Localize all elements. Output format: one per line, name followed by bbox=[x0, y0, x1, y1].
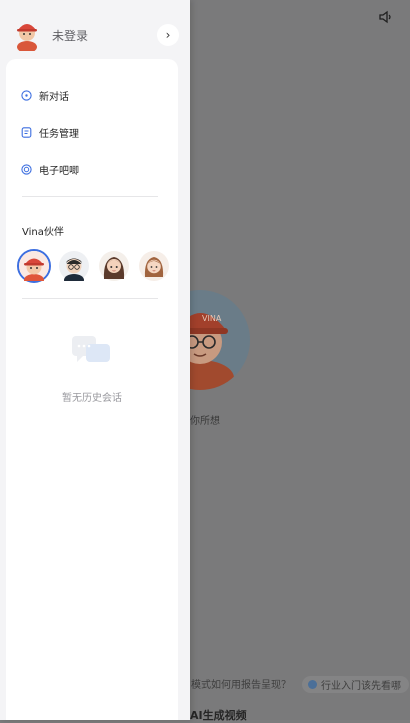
partner-avatar-brown-hair-girl[interactable] bbox=[137, 249, 171, 283]
partners-title: Vina伙伴 bbox=[22, 227, 64, 238]
badge-icon bbox=[21, 163, 32, 175]
menu-item-new-chat[interactable]: 新对话 bbox=[21, 85, 69, 105]
menu-item-task-management[interactable]: 任务管理 bbox=[21, 122, 79, 142]
menu-item-electronic-badge[interactable]: 电子吧唧 bbox=[21, 159, 79, 179]
background-section-title: AI生成视频 bbox=[190, 709, 247, 722]
user-avatar bbox=[17, 24, 37, 51]
empty-history-text: 暂无历史会话 bbox=[62, 393, 122, 404]
partner-list bbox=[17, 249, 171, 283]
partner-avatar-red-cap-boy[interactable] bbox=[17, 249, 51, 283]
svg-text:VINA: VINA bbox=[202, 314, 222, 323]
suggestion-chip-2-label: 行业入门该先看哪 bbox=[321, 681, 401, 692]
divider bbox=[22, 298, 158, 299]
suggestion-chip-1[interactable]: 模式如何用报告呈现？ bbox=[191, 676, 291, 691]
chevron-right-icon[interactable]: › bbox=[157, 24, 179, 46]
login-status: 未登录 bbox=[52, 29, 89, 43]
user-profile-row[interactable]: 未登录 › bbox=[0, 0, 190, 58]
menu-label: 新对话 bbox=[39, 91, 69, 103]
partner-avatar-long-hair-girl[interactable] bbox=[97, 249, 131, 283]
chat-plus-icon bbox=[21, 89, 32, 101]
partner-avatar-glasses-man[interactable] bbox=[57, 249, 91, 283]
suggestion-chip-2[interactable]: 行业入门该先看哪 bbox=[302, 676, 409, 693]
menu-label: 任务管理 bbox=[39, 128, 79, 140]
menu-label: 电子吧唧 bbox=[39, 165, 79, 177]
speaker-icon[interactable] bbox=[378, 9, 394, 25]
divider bbox=[22, 196, 158, 197]
background-caption: 你所想 bbox=[190, 416, 220, 427]
side-drawer: 未登录 › 新对话 任务管理 电子吧唧 Vina伙伴 暂无历史会话 bbox=[0, 0, 190, 720]
empty-chat-icon bbox=[72, 336, 110, 362]
suggestion-icon bbox=[308, 680, 317, 689]
task-icon bbox=[21, 126, 32, 138]
